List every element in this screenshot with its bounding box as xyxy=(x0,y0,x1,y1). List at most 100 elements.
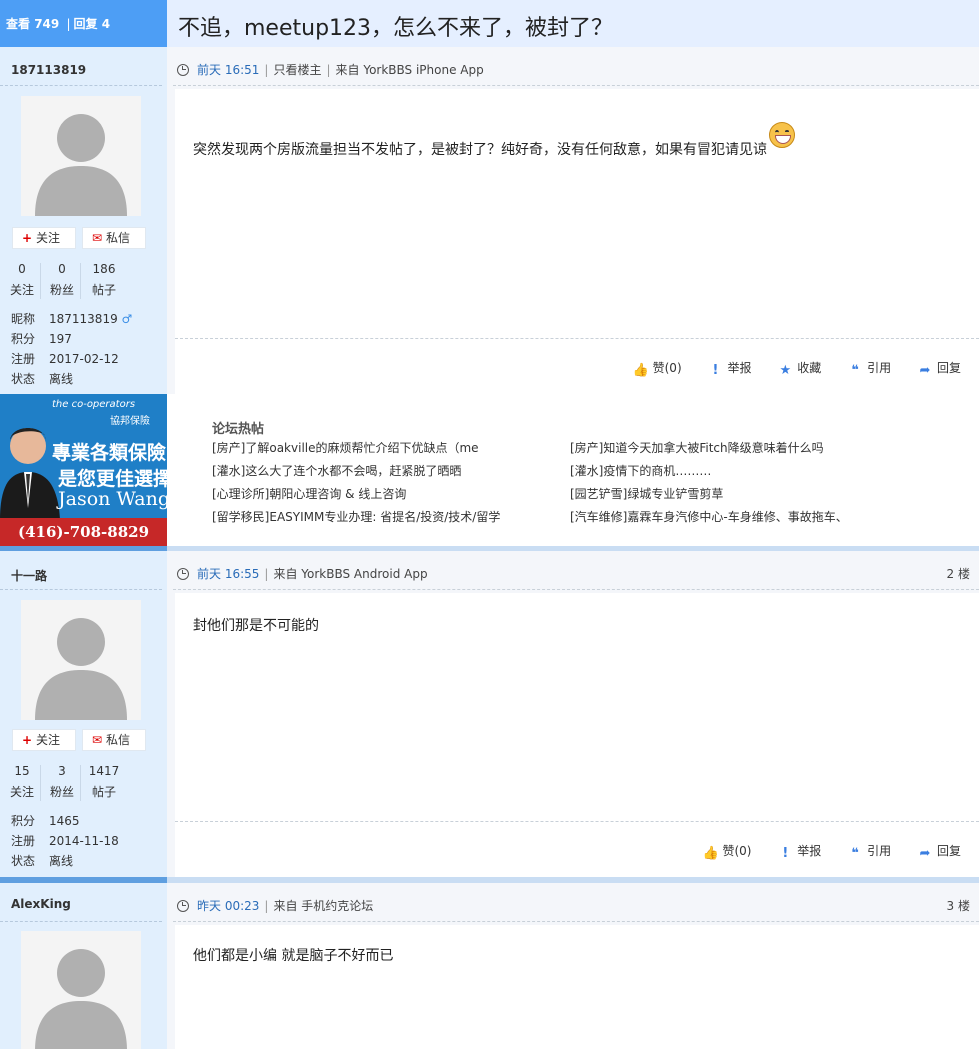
stat-following[interactable]: 0 关注 xyxy=(2,259,42,301)
ad-phone: (416)-708-8829 xyxy=(0,518,167,546)
quote-button[interactable]: ❝ 引用 xyxy=(847,842,891,861)
post-meta: 前天 16:51 | 只看楼主 | 来自 YorkBBS iPhone App xyxy=(177,61,484,78)
quote-button[interactable]: ❝ 引用 xyxy=(847,359,891,378)
floor-number: 2 楼 xyxy=(946,567,970,581)
info-value: 187113819 xyxy=(49,312,118,326)
info-value: 离线 xyxy=(49,854,74,868)
info-registered: 注册 2017-02-12 xyxy=(11,349,119,369)
action-label: 举报 xyxy=(797,844,822,858)
meta-divider: | xyxy=(264,899,269,913)
meta-divider: | xyxy=(264,567,269,581)
envelope-icon: ✉ xyxy=(91,231,103,245)
post-content: 突然发现两个房版流量担当不发帖了，是被封了？纯好奇，没有任何敌意，如果有冒犯请见… xyxy=(193,122,795,159)
hot-topic-link[interactable]: [灌水]这么大了连个水都不会喝，赶紧脱了晒晒 xyxy=(212,460,500,483)
message-button[interactable]: ✉ 私信 xyxy=(82,729,146,751)
action-label: 收藏 xyxy=(797,361,822,375)
info-key: 积分 xyxy=(11,332,36,346)
action-label: 引用 xyxy=(867,844,892,858)
post-3: AlexKing 昨天 00:23 | 来自 手机约克论坛 3 楼 他们都是小编 就… xyxy=(0,883,979,1049)
post-time: 前天 16:51 xyxy=(197,63,260,77)
author-stats: 0 关注 0 粉丝 186 帖子 xyxy=(0,259,162,303)
report-button[interactable]: ! 举报 xyxy=(777,842,821,861)
follow-button[interactable]: + 关注 xyxy=(12,729,76,751)
author-username[interactable]: 十一路 xyxy=(11,567,47,584)
floor-number: 3 楼 xyxy=(946,899,970,913)
ad-slogan-2: 是您更佳選擇 xyxy=(58,468,167,490)
divider xyxy=(173,921,979,922)
exclamation-icon: ! xyxy=(712,363,719,378)
stat-label: 帖子 xyxy=(91,283,116,297)
favorite-button[interactable]: ★ 收藏 xyxy=(777,359,821,378)
post-source: 来自 YorkBBS Android App xyxy=(273,567,428,581)
clock-icon xyxy=(177,568,189,580)
plus-icon: + xyxy=(21,733,33,747)
action-label: 赞(0) xyxy=(652,361,682,375)
author-username[interactable]: AlexKing xyxy=(11,897,71,911)
avatar[interactable] xyxy=(21,96,141,216)
action-label: 回复 xyxy=(936,844,961,858)
hot-topic-link[interactable]: [房产]知道今天加拿大被Fitch降级意味着什么吗 xyxy=(570,437,848,460)
like-button[interactable]: 👍 赞(0) xyxy=(633,359,682,378)
hot-topics-col-2: [房产]知道今天加拿大被Fitch降级意味着什么吗 [灌水]疫情下的商机……… … xyxy=(570,437,848,529)
author-sidebar: 187113819 + 关注 ✉ 私信 0 关注 0 粉丝 186 帖子 昵称 187113… xyxy=(0,47,167,394)
post-text: 突然发现两个房版流量担当不发帖了，是被封了？纯好奇，没有任何敌意，如果有冒犯请见… xyxy=(193,142,767,158)
stat-label: 关注 xyxy=(9,283,34,297)
stat-label: 关注 xyxy=(9,785,34,799)
views-count: 749 xyxy=(34,17,60,31)
action-label: 举报 xyxy=(727,361,752,375)
hot-topics-title: 论坛热帖 xyxy=(212,422,265,437)
message-button[interactable]: ✉ 私信 xyxy=(82,227,146,249)
stat-label: 帖子 xyxy=(91,785,116,799)
info-value: 2017-02-12 xyxy=(49,352,119,366)
insurance-ad-banner[interactable]: the co-operators 協邦保險 專業各類保險 是您更佳選擇 Jaso… xyxy=(0,394,167,546)
hot-topic-link[interactable]: [房产]了解oakville的麻烦帮忙介绍下优缺点（me xyxy=(212,437,500,460)
report-button[interactable]: ! 举报 xyxy=(707,359,751,378)
avatar[interactable] xyxy=(21,600,141,720)
post-body: 他们都是小编 就是脑子不好而已 xyxy=(175,925,979,1049)
stat-followers[interactable]: 0 粉丝 xyxy=(42,259,82,301)
views-label: 查看 xyxy=(6,17,31,31)
stat-posts[interactable]: 186 帖子 xyxy=(82,259,126,301)
action-label: 回复 xyxy=(936,361,961,375)
stat-num: 15 xyxy=(14,764,30,778)
hot-topic-link[interactable]: [灌水]疫情下的商机……… xyxy=(570,460,848,483)
follow-button[interactable]: + 关注 xyxy=(12,227,76,249)
post-main: 昨天 00:23 | 来自 手机约克论坛 3 楼 他们都是小编 就是脑子不好而已 xyxy=(167,883,979,1049)
quote-icon: ❝ xyxy=(851,846,859,861)
message-label: 私信 xyxy=(106,231,131,245)
replies-count: 4 xyxy=(101,17,111,31)
action-label: 引用 xyxy=(867,361,892,375)
info-key: 积分 xyxy=(11,814,36,828)
hot-topic-link[interactable]: [留学移民]EASYIMM专业办理: 省提名/投资/技术/留学 xyxy=(212,506,500,529)
info-nickname: 昵称 187113819 ♂ xyxy=(11,309,132,329)
plus-icon: + xyxy=(21,231,33,245)
like-button[interactable]: 👍 赞(0) xyxy=(702,842,751,861)
post-body: 封他们那是不可能的 👍 赞(0) ! 举报 ❝ 引用 ➦ 回复 xyxy=(175,593,979,877)
post-2: 十一路 + 关注 ✉ 私信 15 关注 3 粉丝 1417 帖子 积分 1465 注册 201… xyxy=(0,551,979,877)
stat-posts[interactable]: 1417 帖子 xyxy=(82,761,126,803)
hot-topic-link[interactable]: [心理诊所]朝阳心理咨询 & 线上咨询 xyxy=(212,483,500,506)
reply-button[interactable]: ➦ 回复 xyxy=(917,359,961,378)
grin-emoji-icon xyxy=(769,122,795,148)
only-op-link[interactable]: 只看楼主 xyxy=(273,63,321,77)
thumbs-up-icon: 👍 xyxy=(702,846,719,861)
hot-topic-link[interactable]: [园艺铲雪]绿城专业铲雪剪草 xyxy=(570,483,848,506)
post-time: 昨天 00:23 xyxy=(197,899,260,913)
ad-slogan-1: 專業各類保險 xyxy=(52,442,167,464)
info-value: 2014-11-18 xyxy=(49,834,119,848)
reply-button[interactable]: ➦ 回复 xyxy=(917,842,961,861)
stat-following[interactable]: 15 关注 xyxy=(2,761,42,803)
post-source: 来自 YorkBBS iPhone App xyxy=(335,63,484,77)
author-username[interactable]: 187113819 xyxy=(11,63,86,77)
thread-stats: 查看 749 | 回复 4 xyxy=(0,0,167,47)
post-meta: 前天 16:55 | 来自 YorkBBS Android App xyxy=(177,565,428,582)
post-main: 前天 16:51 | 只看楼主 | 来自 YorkBBS iPhone App 突然发现… xyxy=(167,47,979,394)
forum-thread-page: 查看 749 | 回复 4 不追，meetup123，怎么不来了，被封了？ 187… xyxy=(0,0,979,1049)
hot-topic-link[interactable]: [汽车维修]嘉霖车身汽修中心-车身维修、事故拖车、 xyxy=(570,506,848,529)
info-points: 积分 1465 xyxy=(11,811,80,831)
avatar[interactable] xyxy=(21,931,141,1049)
post-main: 前天 16:55 | 来自 YorkBBS Android App 2 楼 封他们那… xyxy=(167,551,979,877)
stat-followers[interactable]: 3 粉丝 xyxy=(42,761,82,803)
author-stats: 15 关注 3 粉丝 1417 帖子 xyxy=(0,761,162,805)
action-label: 赞(0) xyxy=(722,844,752,858)
